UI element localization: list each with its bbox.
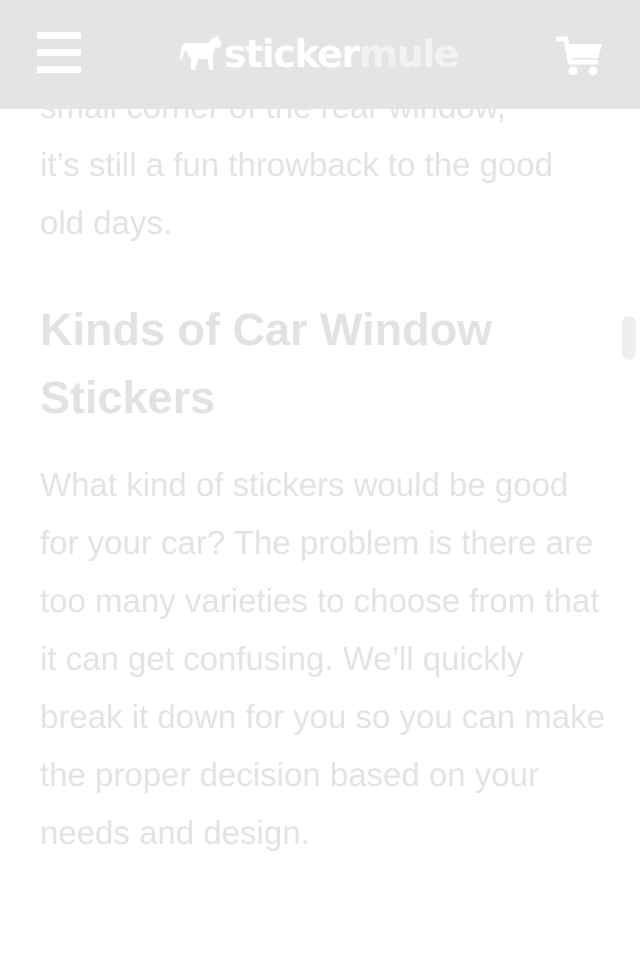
logo-wordmark: stickermule [224, 30, 460, 78]
site-header: stickermule [0, 0, 640, 109]
stickermule-logo[interactable]: stickermule [178, 30, 460, 78]
cart-glyph-icon [555, 36, 602, 76]
scrollbar-thumb[interactable] [622, 316, 636, 360]
intro-line: it’s still a fun throwback to the good o… [40, 146, 554, 241]
logo-mule-text: mule [358, 32, 460, 76]
section-heading: Kinds of Car Window Stickers [40, 304, 493, 423]
shopping-cart-icon[interactable] [555, 34, 604, 78]
section-paragraph: What kind of stickers would be good for … [40, 466, 605, 851]
logo-sticker-text: sticker [224, 32, 360, 76]
article-content: small corner of the rear window,it’s sti… [0, 0, 640, 959]
hamburger-menu-icon[interactable] [37, 32, 81, 74]
mule-logo-icon [180, 35, 222, 70]
